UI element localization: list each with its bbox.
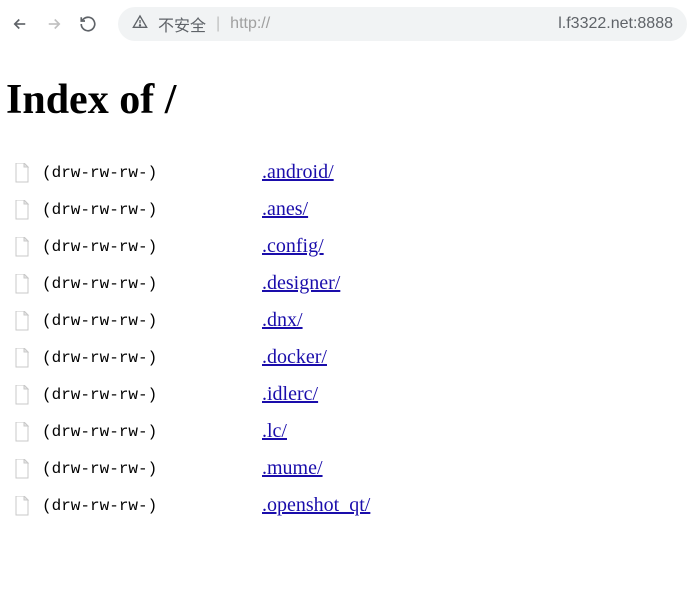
- file-icon: [14, 237, 30, 257]
- url-host: l.f3322.net:8888: [558, 15, 673, 33]
- permissions: (drw-rw-rw-): [42, 386, 262, 404]
- back-button[interactable]: [10, 14, 30, 34]
- browser-toolbar: 不安全 | http:// l.f3322.net:8888: [0, 0, 697, 48]
- listing-row: (drw-rw-rw-).anes/: [6, 191, 691, 228]
- listing-row: (drw-rw-rw-).dnx/: [6, 302, 691, 339]
- directory-link[interactable]: .dnx/: [262, 309, 303, 332]
- directory-link[interactable]: .docker/: [262, 346, 327, 369]
- permissions: (drw-rw-rw-): [42, 164, 262, 182]
- listing-row: (drw-rw-rw-).lc/: [6, 413, 691, 450]
- directory-link[interactable]: .mume/: [262, 457, 323, 480]
- listing-row: (drw-rw-rw-).designer/: [6, 265, 691, 302]
- directory-link[interactable]: .anes/: [262, 198, 308, 221]
- file-icon: [14, 459, 30, 479]
- divider: |: [216, 15, 220, 33]
- file-icon: [14, 311, 30, 331]
- file-icon: [14, 496, 30, 516]
- permissions: (drw-rw-rw-): [42, 275, 262, 293]
- not-secure-icon: [132, 14, 148, 35]
- directory-link[interactable]: .openshot_qt/: [262, 494, 370, 517]
- permissions: (drw-rw-rw-): [42, 201, 262, 219]
- forward-button[interactable]: [44, 14, 64, 34]
- file-icon: [14, 385, 30, 405]
- directory-listing: (drw-rw-rw-).android/ (drw-rw-rw-).anes/…: [6, 154, 691, 524]
- file-icon: [14, 200, 30, 220]
- permissions: (drw-rw-rw-): [42, 238, 262, 256]
- permissions: (drw-rw-rw-): [42, 423, 262, 441]
- directory-link[interactable]: .lc/: [262, 420, 287, 443]
- listing-row: (drw-rw-rw-).openshot_qt/: [6, 487, 691, 524]
- permissions: (drw-rw-rw-): [42, 497, 262, 515]
- directory-link[interactable]: .android/: [262, 161, 334, 184]
- file-icon: [14, 163, 30, 183]
- file-icon: [14, 348, 30, 368]
- reload-button[interactable]: [78, 14, 98, 34]
- permissions: (drw-rw-rw-): [42, 460, 262, 478]
- directory-link[interactable]: .idlerc/: [262, 383, 318, 406]
- listing-row: (drw-rw-rw-).android/: [6, 154, 691, 191]
- page-title: Index of /: [6, 76, 691, 124]
- file-icon: [14, 274, 30, 294]
- permissions: (drw-rw-rw-): [42, 312, 262, 330]
- address-bar[interactable]: 不安全 | http:// l.f3322.net:8888: [118, 7, 687, 41]
- directory-link[interactable]: .config/: [262, 235, 324, 258]
- permissions: (drw-rw-rw-): [42, 349, 262, 367]
- listing-row: (drw-rw-rw-).mume/: [6, 450, 691, 487]
- file-icon: [14, 422, 30, 442]
- listing-row: (drw-rw-rw-).idlerc/: [6, 376, 691, 413]
- security-label: 不安全: [158, 12, 206, 36]
- listing-row: (drw-rw-rw-).config/: [6, 228, 691, 265]
- listing-row: (drw-rw-rw-).docker/: [6, 339, 691, 376]
- page-content: Index of / (drw-rw-rw-).android/ (drw-rw…: [0, 48, 697, 534]
- url-protocol: http://: [230, 15, 270, 33]
- directory-link[interactable]: .designer/: [262, 272, 340, 295]
